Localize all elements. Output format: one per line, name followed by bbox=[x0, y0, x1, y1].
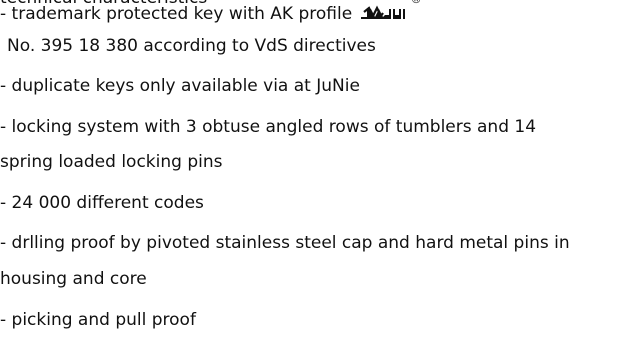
drilling-line-2: housing and core bbox=[0, 269, 147, 289]
ak-profile-logo: ® bbox=[360, 0, 423, 24]
drilling-line-1: - drlling proof by pivoted stainless ste… bbox=[0, 233, 570, 253]
picking-line: - picking and pull proof bbox=[0, 310, 196, 330]
locking-line-2: spring loaded locking pins bbox=[0, 152, 223, 172]
duplicates-line: - duplicate keys only available via at J… bbox=[0, 76, 360, 96]
ak-key-profile-icon bbox=[360, 5, 405, 19]
patent-line: No. 395 18 380 according to VdS directiv… bbox=[7, 36, 376, 56]
document-page: { "lines": { "heading_partial": "technic… bbox=[0, 0, 637, 338]
codes-line: - 24 000 different codes bbox=[0, 193, 204, 213]
locking-line-1: - locking system with 3 obtuse angled ro… bbox=[0, 117, 537, 137]
registered-mark: ® bbox=[411, 0, 422, 5]
trademark-text: - trademark protected key with AK profil… bbox=[0, 4, 353, 24]
trademark-line: - trademark protected key with AK profil… bbox=[0, 0, 423, 24]
